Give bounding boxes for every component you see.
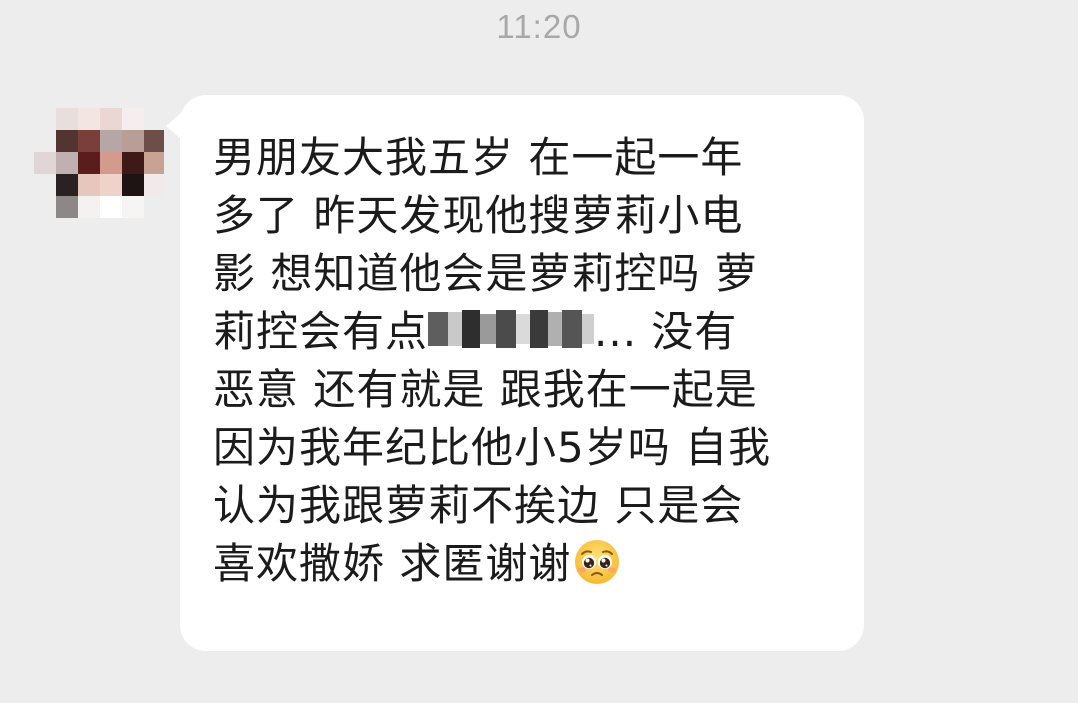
message-timestamp: 11:20 <box>496 8 582 45</box>
bubble-tail <box>166 113 181 139</box>
censored-text-mosaic <box>428 306 595 352</box>
message-line: 男朋友大我五岁 在一起一年 <box>213 133 744 182</box>
message-bubble[interactable]: 男朋友大我五岁 在一起一年 多了 昨天发现他搜萝莉小电 影 想知道他会是萝莉控吗… <box>180 95 864 651</box>
message-fragment: ... 没有 <box>594 307 738 356</box>
message-line: 莉控会有点 ... 没有 <box>213 303 843 361</box>
message-line: 因为我年纪比他小5岁吗 自我 <box>213 423 772 472</box>
message-line: 影 想知道他会是萝莉控吗 萝 <box>213 249 758 298</box>
message-text[interactable]: 男朋友大我五岁 在一起一年 多了 昨天发现他搜萝莉小电 影 想知道他会是萝莉控吗… <box>213 129 843 593</box>
message-line: 多了 昨天发现他搜萝莉小电 <box>213 191 744 240</box>
pleading-face-icon <box>573 538 621 586</box>
message-fragment: 莉控会有点 <box>213 307 429 356</box>
message-fragment: 喜欢撒娇 求匿谢谢 <box>213 539 572 588</box>
chat-screen: 11:20 男朋友大我五岁 在一起一年 多了 昨天发现他搜萝莉小电 影 想知道他… <box>0 0 1078 703</box>
message-line: 恶意 还有就是 跟我在一起是 <box>213 365 758 414</box>
sender-avatar[interactable] <box>34 108 164 218</box>
message-line: 认为我跟萝莉不挨边 只是会 <box>213 481 744 530</box>
message-line: 喜欢撒娇 求匿谢谢 <box>213 535 843 593</box>
